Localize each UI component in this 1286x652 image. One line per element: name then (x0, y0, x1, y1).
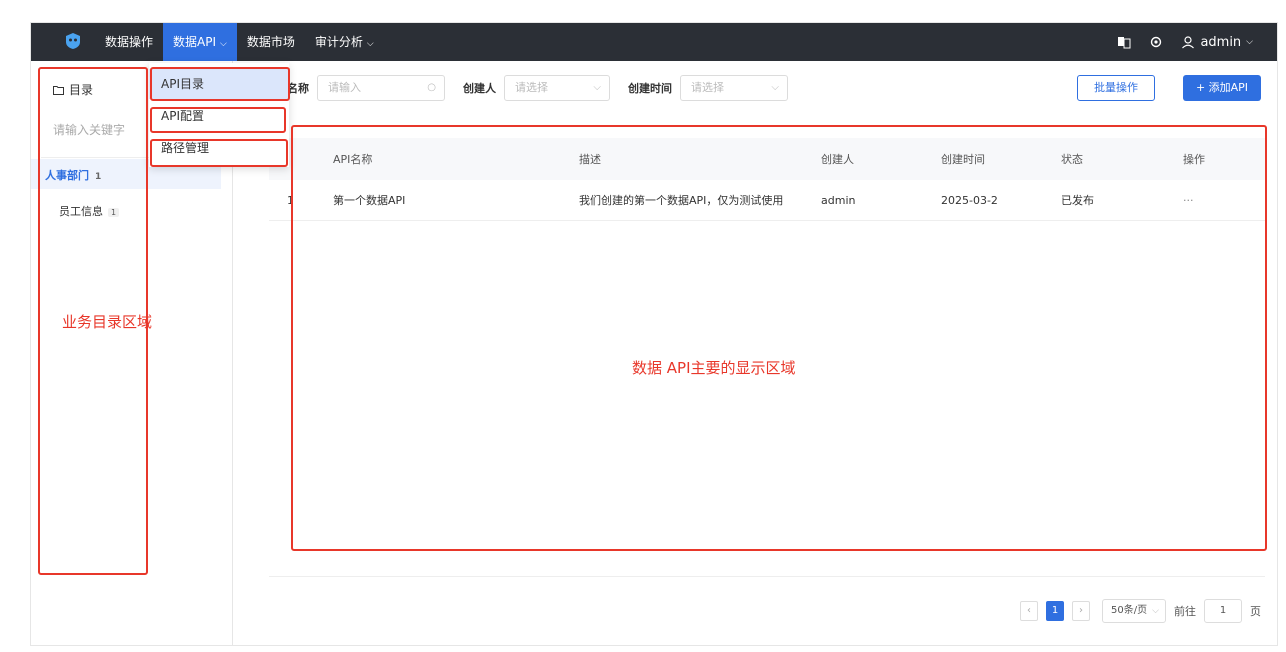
tree-node-label: 人事部门 (45, 169, 89, 182)
nav-label: 数据市场 (246, 35, 295, 49)
nav-data-ops[interactable]: 数据操作 (95, 23, 163, 61)
annotation-label-main: 数据 API主要的显示区域 (632, 359, 796, 377)
next-page-button[interactable]: › (1072, 601, 1090, 621)
table-header: API名称 描述 创建人 创建时间 状态 操作 (269, 138, 1265, 180)
time-filter-label: 创建时间 (628, 82, 672, 95)
sidebar-search-input[interactable]: 请输入关键字 (53, 121, 125, 138)
chevron-down-icon: ⌵ (366, 39, 374, 49)
user-icon (1182, 36, 1195, 49)
pagination: ‹ 1 › 50条/页 ⌵ 前往 1 页 (1020, 599, 1261, 623)
col-header-desc[interactable]: 描述 (579, 138, 601, 180)
logo-icon[interactable] (65, 32, 81, 50)
cell-desc: 我们创建的第一个数据API，仅为测试使用 (579, 194, 784, 207)
tree-node-label: 员工信息 (59, 205, 103, 218)
name-filter-input[interactable]: 请输入 ○ (317, 75, 445, 101)
more-actions-icon[interactable]: ··· (1183, 180, 1194, 220)
annotation-label-sidebar: 业务目录区域 (62, 313, 153, 331)
placeholder: 请选择 (515, 81, 548, 94)
menu-item-api-catalog[interactable]: API目录 (149, 69, 289, 99)
nav-data-market[interactable]: 数据市场 (237, 23, 305, 61)
sidebar-title: 目录 (53, 81, 93, 98)
table-row[interactable]: 1 第一个数据API 我们创建的第一个数据API，仅为测试使用 admin 20… (269, 180, 1265, 221)
cell-api-name[interactable]: 第一个数据API (333, 180, 405, 220)
app-window: 数据操作 数据API ⌵ 数据市场 审计分析 ⌵ admin ⌵ 目录 请输入关… (30, 22, 1278, 646)
search-icon: ○ (427, 82, 436, 93)
user-menu[interactable]: admin ⌵ (1181, 35, 1253, 50)
col-header-status[interactable]: 状态 (1061, 138, 1083, 180)
tree-node-count: 1 (95, 172, 102, 182)
menu-item-api-config[interactable]: API配置 (149, 101, 289, 131)
chevron-down-icon: ⌵ (1246, 37, 1253, 47)
tree-node-employee-info[interactable]: 员工信息 1 (59, 203, 120, 219)
chevron-down-icon: ⌵ (1152, 606, 1159, 616)
nav-audit-analysis[interactable]: 审计分析 ⌵ (305, 23, 384, 61)
goto-page-input[interactable]: 1 (1204, 599, 1242, 623)
settings-gear-icon[interactable] (1149, 35, 1163, 49)
page-size-select[interactable]: 50条/页 ⌵ (1102, 599, 1166, 623)
batch-operation-button[interactable]: 批量操作 (1077, 75, 1155, 101)
creator-select[interactable]: 请选择 ⌵ (504, 75, 610, 101)
cell-status: 已发布 (1061, 194, 1094, 207)
top-nav-bar: 数据操作 数据API ⌵ 数据市场 审计分析 ⌵ admin ⌵ (31, 23, 1277, 61)
creator-filter-label: 创建人 (463, 82, 496, 95)
filter-bar: 名称 请输入 ○ 创建人 请选择 ⌵ 创建时间 请选择 ⌵ (287, 73, 806, 103)
col-header-creator[interactable]: 创建人 (821, 138, 854, 180)
menu-item-path-management[interactable]: 路径管理 (149, 133, 289, 163)
placeholder: 请输入 (328, 81, 361, 94)
chevron-down-icon: ⌵ (220, 39, 227, 49)
sidebar-title-text: 目录 (69, 83, 94, 97)
page-size-value: 50条/页 (1111, 605, 1148, 616)
name-filter-label: 名称 (287, 82, 309, 95)
time-select[interactable]: 请选择 ⌵ (680, 75, 788, 101)
folder-icon (53, 85, 64, 95)
nav-label: 数据操作 (105, 35, 154, 49)
username: admin (1200, 34, 1242, 50)
row-index: 1 (287, 193, 294, 207)
col-header-time[interactable]: 创建时间 (941, 138, 985, 180)
page-number-current[interactable]: 1 (1046, 601, 1064, 621)
chevron-down-icon: ⌵ (593, 82, 601, 93)
main-nav: 数据操作 数据API ⌵ 数据市场 审计分析 ⌵ (95, 23, 384, 61)
prev-page-button[interactable]: ‹ (1020, 601, 1038, 621)
nav-label: 数据API (173, 35, 217, 49)
col-header-name[interactable]: API名称 (333, 138, 372, 180)
nav-label: 审计分析 (314, 35, 363, 49)
page-suffix-label: 页 (1250, 605, 1261, 618)
chevron-down-icon: ⌵ (771, 82, 779, 93)
add-api-button[interactable]: + 添加API (1183, 75, 1261, 101)
divider (269, 576, 1265, 577)
topbar-tools: admin ⌵ (1117, 23, 1253, 61)
translate-icon[interactable] (1117, 35, 1131, 49)
data-api-dropdown-menu: API目录 API配置 路径管理 (149, 63, 289, 167)
cell-creator: admin (821, 193, 856, 207)
tree-node-count: 1 (108, 208, 120, 217)
placeholder: 请选择 (691, 81, 724, 94)
nav-data-api[interactable]: 数据API ⌵ (163, 23, 237, 61)
goto-label: 前往 (1174, 605, 1196, 618)
cell-time: 2025-03-2 (941, 193, 998, 207)
col-header-actions[interactable]: 操作 (1183, 138, 1205, 180)
